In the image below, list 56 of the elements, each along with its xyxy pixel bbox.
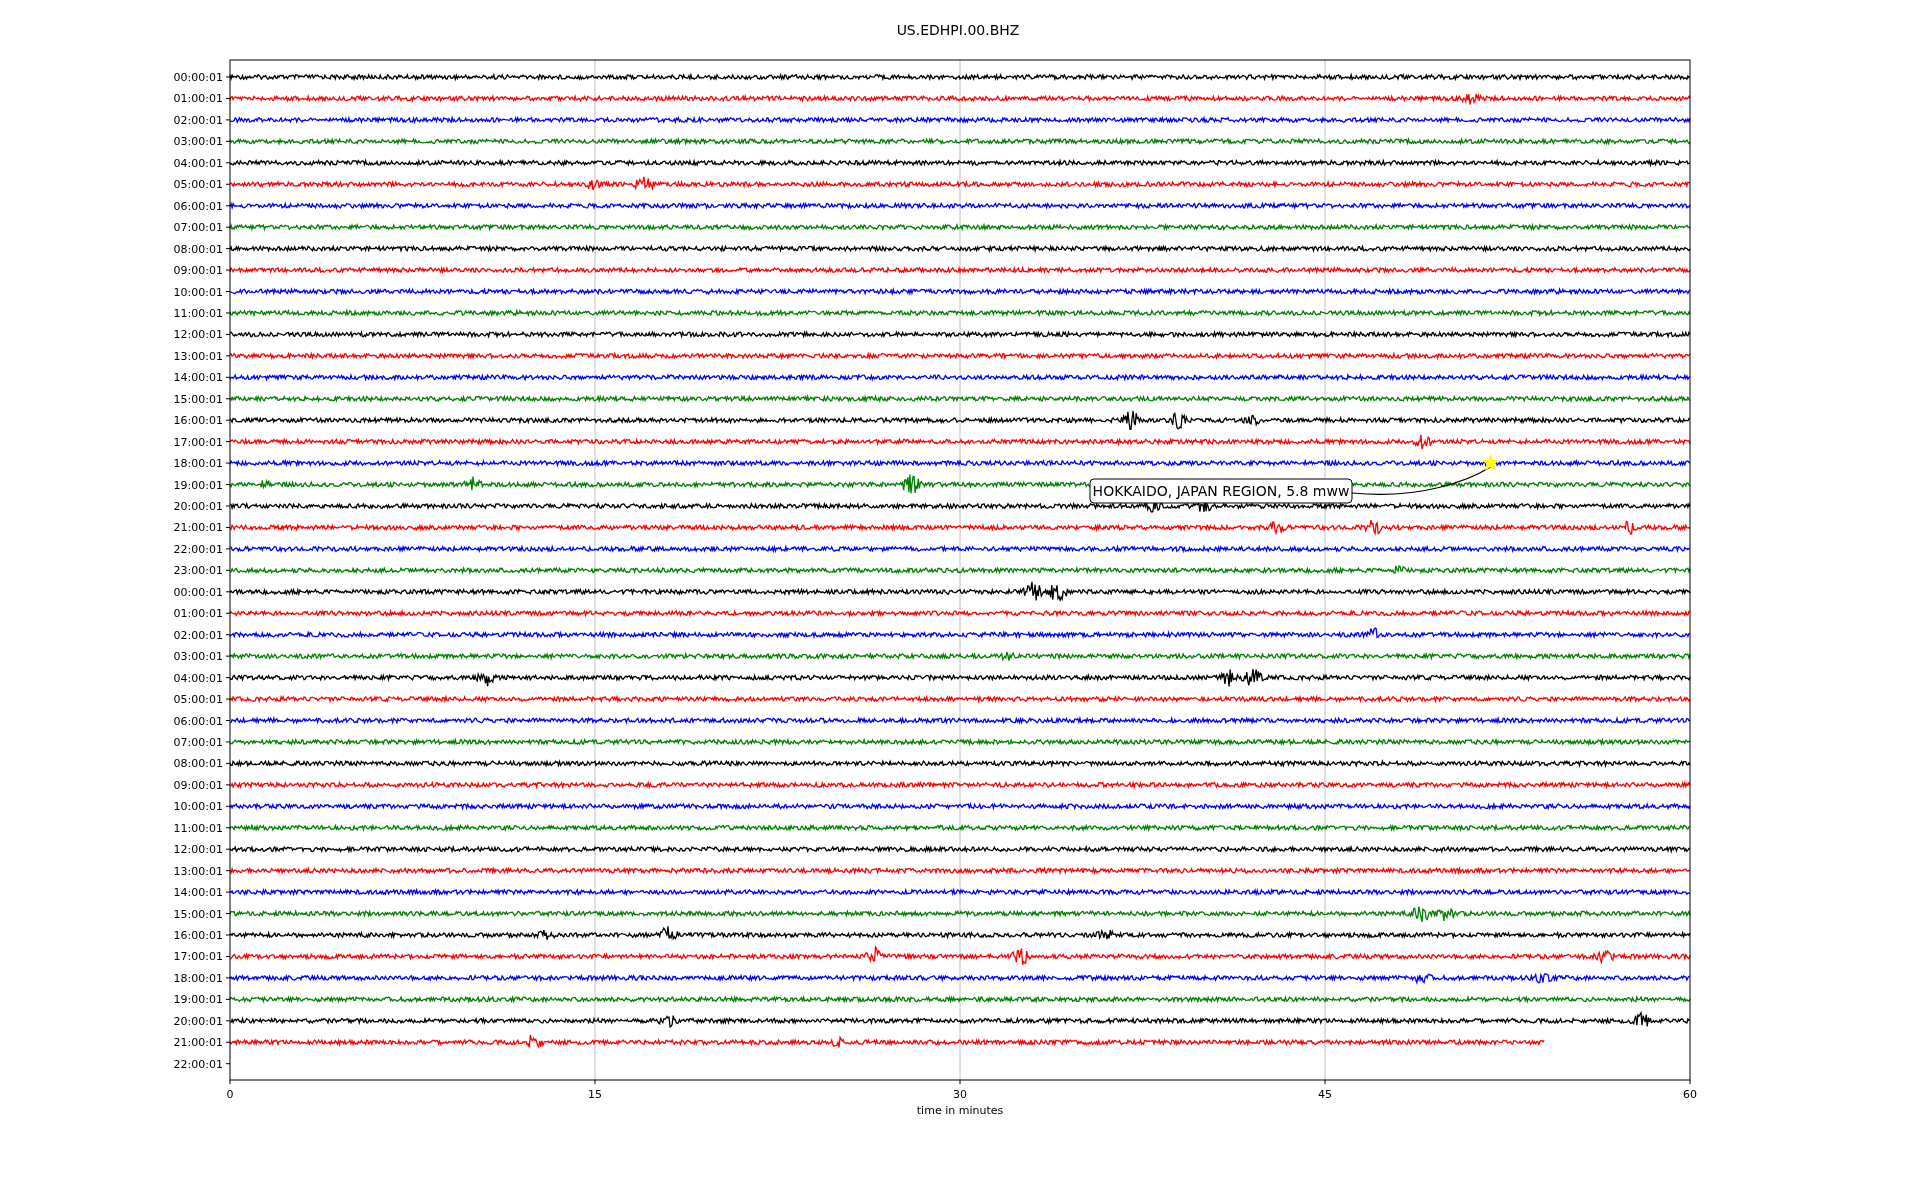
time-label: 16:00:01 xyxy=(173,414,223,428)
time-label: 21:00:01 xyxy=(173,521,223,535)
time-label: 05:00:01 xyxy=(173,693,223,707)
time-label: 00:00:01 xyxy=(173,585,223,599)
time-label: 19:00:01 xyxy=(173,478,223,492)
time-label: 00:00:01 xyxy=(173,71,223,84)
time-label: 18:00:01 xyxy=(173,971,223,985)
time-label: 06:00:01 xyxy=(173,714,223,728)
time-label: 17:00:01 xyxy=(173,435,223,449)
time-label: 22:00:01 xyxy=(173,1057,223,1071)
time-label: 13:00:01 xyxy=(173,864,223,878)
time-label: 21:00:01 xyxy=(173,1036,223,1050)
time-label: 11:00:01 xyxy=(173,306,223,320)
time-label: 15:00:01 xyxy=(173,392,223,406)
plot-title: US.EDHPI.00.BHZ xyxy=(896,22,1020,38)
annotation-label: HOKKAIDO, JAPAN REGION, 5.8 mww xyxy=(1089,478,1353,504)
axis-tick-label: 30 xyxy=(953,1088,967,1101)
time-label: 07:00:01 xyxy=(173,735,223,749)
time-label: 02:00:01 xyxy=(173,113,223,127)
time-label: 10:00:01 xyxy=(173,800,223,814)
time-label: 20:00:01 xyxy=(173,1014,223,1028)
axis-tick-label: 45 xyxy=(1318,1088,1332,1101)
time-label: 12:00:01 xyxy=(173,328,223,342)
time-label: 04:00:01 xyxy=(173,671,223,685)
time-label: 06:00:01 xyxy=(173,199,223,213)
time-label: 08:00:01 xyxy=(173,242,223,256)
time-label: 19:00:01 xyxy=(173,993,223,1007)
time-label: 09:00:01 xyxy=(173,778,223,792)
time-label: 04:00:01 xyxy=(173,156,223,170)
time-label: 20:00:01 xyxy=(173,500,223,513)
axis-tick-label: 15 xyxy=(588,1088,602,1101)
time-label: 22:00:01 xyxy=(173,542,223,556)
time-label: 03:00:01 xyxy=(173,650,223,664)
axis-tick-label: 0 xyxy=(226,1088,234,1101)
time-label: 23:00:01 xyxy=(173,564,223,578)
time-label: 01:00:01 xyxy=(173,92,223,106)
time-label: 03:00:01 xyxy=(173,135,223,149)
time-label: 15:00:01 xyxy=(173,907,223,921)
time-label: 12:00:01 xyxy=(173,843,223,857)
time-label: 02:00:01 xyxy=(173,628,223,642)
time-label: 11:00:01 xyxy=(173,821,223,835)
time-label: 14:00:01 xyxy=(173,886,223,900)
axis-label: time in minutes xyxy=(916,1104,1004,1117)
time-label: 14:00:01 xyxy=(173,371,223,385)
time-label: 13:00:01 xyxy=(173,349,223,363)
time-label: 07:00:01 xyxy=(173,221,223,235)
time-label: 16:00:01 xyxy=(173,929,223,942)
time-label: 09:00:01 xyxy=(173,264,223,278)
time-label: 01:00:01 xyxy=(173,607,223,621)
time-label: 18:00:01 xyxy=(173,457,223,471)
time-label: 17:00:01 xyxy=(173,950,223,964)
star-icon xyxy=(1481,454,1499,471)
time-label: 05:00:01 xyxy=(173,178,223,192)
axis-tick-label: 60 xyxy=(1683,1088,1697,1101)
time-label: 10:00:01 xyxy=(173,285,223,299)
time-label: 08:00:01 xyxy=(173,757,223,771)
